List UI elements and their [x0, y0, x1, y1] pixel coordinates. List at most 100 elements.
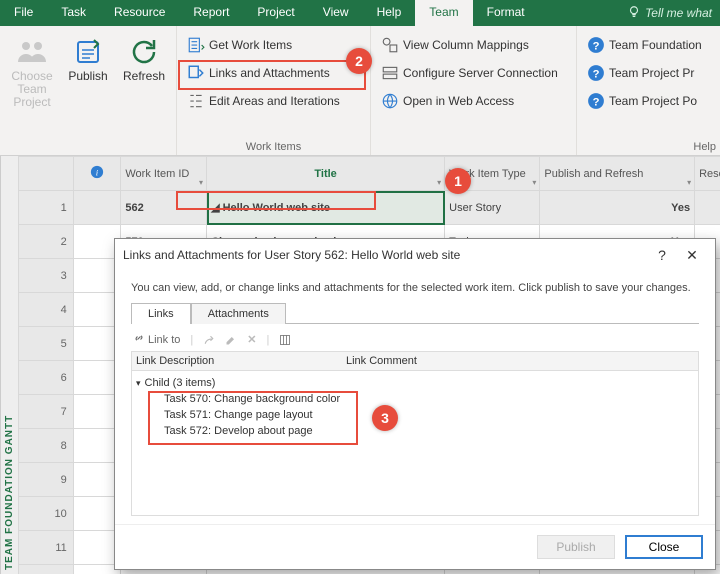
download-list-icon — [187, 36, 205, 54]
refresh-icon — [128, 36, 160, 68]
dialog-description: You can view, add, or change links and a… — [131, 281, 699, 295]
get-work-items-button[interactable]: Get Work Items — [183, 32, 364, 58]
edit-link-button[interactable] — [225, 334, 237, 346]
row-number[interactable]: 7 — [19, 395, 74, 429]
lightbulb-icon — [627, 5, 641, 22]
dialog-link-list[interactable]: ▾ Child (3 items) Task 570: Change backg… — [131, 371, 699, 516]
table-cell[interactable] — [73, 191, 121, 225]
svg-text:?: ? — [593, 97, 600, 109]
tab-project[interactable]: Project — [243, 0, 308, 26]
tree-parent-label: Child (3 items) — [145, 377, 216, 389]
collapse-icon[interactable]: ▾ — [136, 378, 141, 389]
publish-label: Publish — [68, 70, 107, 83]
refresh-button[interactable]: Refresh — [116, 32, 172, 87]
tab-report[interactable]: Report — [179, 0, 243, 26]
help-icon: ? — [587, 92, 605, 110]
ribbon-tab-bar: File Task Resource Report Project View H… — [0, 0, 720, 26]
tree-child-item[interactable]: Task 571: Change page layout — [136, 407, 694, 423]
columns-button[interactable] — [279, 334, 291, 346]
col-info[interactable]: i — [73, 157, 121, 191]
team-project-pr-button[interactable]: ? Team Project Pr — [583, 60, 714, 86]
tab-file[interactable]: File — [0, 0, 47, 26]
refresh-label: Refresh — [123, 70, 165, 83]
link-to-button[interactable]: Link to — [133, 332, 180, 347]
help-icon: ? — [587, 64, 605, 82]
col-work-item-id[interactable]: Work Item ID▾ — [121, 157, 207, 191]
col-resource[interactable]: Resour — [695, 157, 720, 191]
dialog-title-bar[interactable]: Links and Attachments for User Story 562… — [115, 239, 715, 271]
svg-text:?: ? — [593, 69, 600, 81]
row-number[interactable]: 6 — [19, 361, 74, 395]
tree-icon — [187, 92, 205, 110]
chevron-down-icon: ▾ — [437, 178, 441, 187]
tab-help[interactable]: Help — [363, 0, 416, 26]
info-icon: i — [90, 165, 104, 179]
team-foundation-label: Team Foundation — [609, 38, 702, 52]
tree-child-item[interactable]: Task 572: Develop about page — [136, 423, 694, 439]
chevron-down-icon: ▾ — [532, 178, 536, 187]
help-icon: ? — [587, 36, 605, 54]
team-foundation-button[interactable]: ? Team Foundation — [583, 32, 714, 58]
attachment-icon — [187, 64, 205, 82]
choose-team-project-button[interactable]: Choose Team Project — [4, 32, 60, 114]
dialog-close-x-button[interactable]: ✕ — [677, 245, 707, 265]
row-number[interactable]: 3 — [19, 259, 74, 293]
tree-parent-child[interactable]: ▾ Child (3 items) — [136, 375, 694, 391]
col-publish-refresh[interactable]: Publish and Refresh▾ — [540, 157, 695, 191]
links-attachments-dialog: Links and Attachments for User Story 562… — [114, 238, 716, 570]
tab-resource[interactable]: Resource — [100, 0, 179, 26]
row-number[interactable]: 10 — [19, 497, 74, 531]
globe-icon — [381, 92, 399, 110]
edit-areas-button[interactable]: Edit Areas and Iterations — [183, 88, 364, 114]
row-number[interactable]: 12 — [19, 565, 74, 574]
choose-team-project-label: Choose Team Project — [6, 70, 58, 110]
row-number[interactable]: 9 — [19, 463, 74, 497]
table-cell[interactable]: Yes — [540, 191, 695, 225]
edit-areas-label: Edit Areas and Iterations — [209, 94, 340, 108]
row-number[interactable]: 4 — [19, 293, 74, 327]
links-attachments-button[interactable]: Links and Attachments — [183, 60, 364, 86]
row-number[interactable]: 11 — [19, 531, 74, 565]
dialog-help-button[interactable]: ? — [647, 245, 677, 265]
view-column-mappings-button[interactable]: View Column Mappings — [377, 32, 570, 58]
tab-view[interactable]: View — [309, 0, 363, 26]
row-number[interactable]: 5 — [19, 327, 74, 361]
row-number[interactable]: 1 — [19, 191, 74, 225]
table-cell[interactable]: ◢ Hello World web site — [207, 191, 445, 225]
dialog-list-header: Link Description Link Comment — [131, 351, 699, 371]
publish-button[interactable]: Publish — [60, 32, 116, 87]
delete-link-button[interactable]: ✕ — [247, 333, 256, 346]
open-link-button[interactable] — [203, 334, 215, 346]
gear-table-icon — [381, 36, 399, 54]
tab-attachments[interactable]: Attachments — [191, 303, 286, 324]
col-title[interactable]: Title▾ — [207, 157, 445, 191]
team-project-po-label: Team Project Po — [609, 94, 697, 108]
link-to-label: Link to — [148, 334, 180, 346]
col-link-description[interactable]: Link Description — [136, 355, 346, 367]
help-group-label: Help — [693, 141, 716, 153]
open-web-access-button[interactable]: Open in Web Access — [377, 88, 570, 114]
col-link-comment[interactable]: Link Comment — [346, 355, 417, 367]
tab-links[interactable]: Links — [131, 303, 191, 324]
annotation-callout-1: 1 — [445, 168, 471, 194]
table-row[interactable]: 1 562◢ Hello World web siteUser StoryYesJ… — [19, 191, 720, 225]
table-cell[interactable]: 562 — [121, 191, 207, 225]
publish-icon — [72, 36, 104, 68]
table-cell[interactable]: Jan — [695, 191, 720, 225]
tree-child-item[interactable]: Task 570: Change background color — [136, 391, 694, 407]
team-project-po-button[interactable]: ? Team Project Po — [583, 88, 714, 114]
tab-format[interactable]: Format — [473, 0, 539, 26]
svg-text:?: ? — [593, 41, 600, 53]
tab-team[interactable]: Team — [415, 0, 472, 26]
links-attachments-label: Links and Attachments — [209, 66, 330, 80]
tab-task[interactable]: Task — [47, 0, 100, 26]
row-number[interactable]: 8 — [19, 429, 74, 463]
tell-me-input[interactable]: Tell me what — [619, 0, 720, 26]
table-cell[interactable]: User Story — [445, 191, 540, 225]
configure-server-button[interactable]: Configure Server Connection — [377, 60, 570, 86]
group-server: View Column Mappings Configure Server Co… — [371, 26, 577, 155]
dialog-publish-button[interactable]: Publish — [537, 535, 615, 559]
row-header-corner[interactable] — [19, 157, 74, 191]
row-number[interactable]: 2 — [19, 225, 74, 259]
dialog-close-button[interactable]: Close — [625, 535, 703, 559]
